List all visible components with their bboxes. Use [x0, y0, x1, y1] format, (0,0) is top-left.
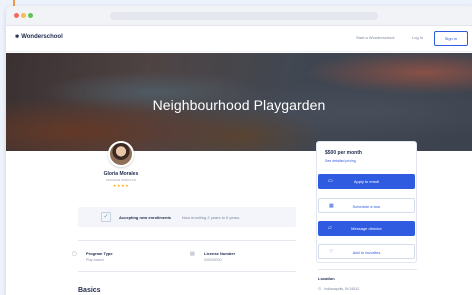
- apply-button[interactable]: ▭ Apply to enroll: [318, 174, 415, 189]
- license-icon: ▤: [190, 251, 195, 257]
- monthly-price: $500 per month: [325, 150, 362, 156]
- location-label: Location: [318, 276, 335, 281]
- divider: [78, 271, 296, 272]
- rating-stars: ★★★★: [112, 183, 130, 188]
- license-value: 000000000: [204, 258, 222, 262]
- brand-name: Wonderschool: [21, 34, 63, 40]
- program-type-value: Play-based: [86, 258, 104, 262]
- program-type-icon: ▢: [72, 251, 77, 257]
- program-type-title: Program Type: [86, 251, 113, 256]
- director-name: Gloria Morales: [103, 171, 139, 177]
- message-director-button[interactable]: ▱ Message director: [318, 221, 415, 236]
- license-title: License Number: [204, 251, 236, 256]
- browser-chrome: [6, 6, 472, 26]
- enrollment-card: $500 per month See detailed pricing ▭ Ap…: [316, 141, 417, 263]
- director-role: PROGRAM DIRECTOR: [106, 179, 136, 182]
- hero-banner: Neighbourhood Playgarden: [6, 53, 472, 151]
- school-title: Neighbourhood Playgarden: [152, 97, 326, 113]
- sign-in-button[interactable]: Sign In: [434, 31, 468, 46]
- schedule-tour-button[interactable]: ▦ Schedule a tour: [318, 198, 415, 213]
- schedule-tour-label: Schedule a tour: [352, 204, 381, 209]
- login-link[interactable]: Log In: [412, 35, 423, 40]
- maximize-window-dot[interactable]: [28, 13, 33, 18]
- brand-logo[interactable]: ✱ Wonderschool: [15, 34, 63, 40]
- divider: [318, 269, 417, 270]
- director-profile: Gloria Morales PROGRAM DIRECTOR ★★★★: [78, 141, 164, 188]
- detailed-pricing-link[interactable]: See detailed pricing: [325, 159, 356, 163]
- browser-window: ✱ Wonderschool Start a Wonderschool Log …: [6, 6, 472, 295]
- site-header: ✱ Wonderschool Start a Wonderschool Log …: [6, 26, 472, 52]
- message-director-label: Message director: [351, 226, 382, 231]
- check-icon: ✓: [101, 212, 111, 222]
- location-text: Indianapolis, IN 24512: [324, 286, 360, 291]
- brand-icon: ✱: [15, 34, 20, 40]
- location-address: ⊙ Indianapolis, IN 24512: [318, 286, 359, 291]
- apply-label: Apply to enroll: [353, 179, 380, 184]
- basics-heading: Basics: [78, 287, 101, 294]
- add-favorites-label: Add to favorites: [352, 250, 381, 255]
- minimize-window-dot[interactable]: [21, 13, 26, 18]
- close-window-dot[interactable]: [14, 13, 19, 18]
- avatar: [108, 141, 134, 167]
- start-wonderschool-link[interactable]: Start a Wonderschool: [356, 35, 394, 40]
- divider: [78, 240, 296, 241]
- enrollment-label: Accepting new enrollments: [119, 214, 172, 220]
- add-favorites-button[interactable]: ♡ Add to favorites: [318, 244, 415, 259]
- address-bar[interactable]: [110, 12, 378, 20]
- enrollment-detail: Now enrolling 2 years to 6 years.: [182, 214, 241, 220]
- enrollment-banner: ✓ Accepting new enrollments Now enrollin…: [78, 207, 296, 227]
- location-pin-icon: ⊙: [318, 286, 322, 291]
